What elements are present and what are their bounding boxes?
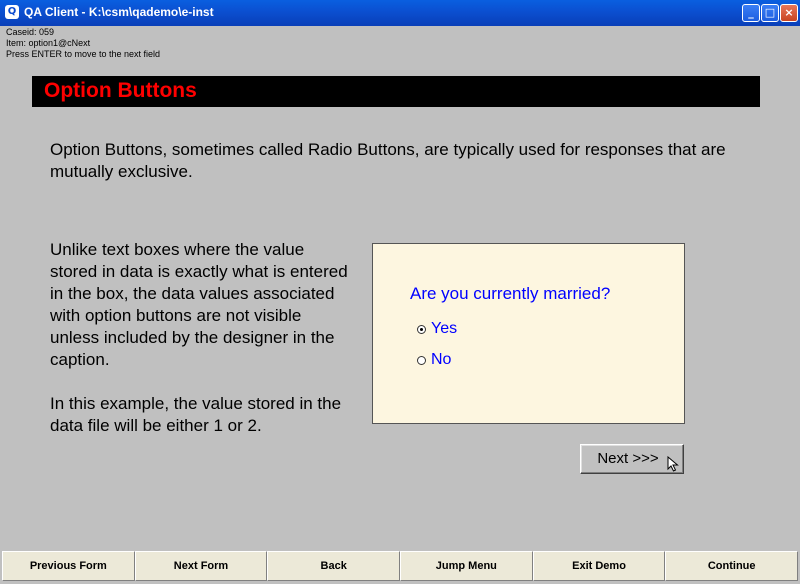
explanation-paragraph-2: In this example, the value stored in the… [50, 394, 342, 435]
minimize-button[interactable]: _ [742, 4, 760, 22]
exit-demo-button[interactable]: Exit Demo [532, 551, 666, 581]
radio-no[interactable] [417, 355, 426, 365]
explanation: Unlike text boxes where the value stored… [50, 239, 355, 437]
intro-text: Option Buttons, sometimes called Radio B… [50, 140, 726, 181]
hint-text: Press ENTER to move to the next field [6, 49, 161, 59]
option-yes[interactable]: Yes [417, 320, 457, 338]
option-yes-label[interactable]: Yes [431, 320, 457, 338]
mouse-cursor-icon [667, 456, 679, 472]
next-form-button[interactable]: Next Form [134, 551, 268, 581]
window-title: QA Client - K:\csm\qademo\e-inst [24, 5, 214, 19]
close-button[interactable]: × [780, 4, 798, 22]
app-icon[interactable]: Q [5, 5, 19, 19]
question-text: Are you currently married? [410, 284, 611, 303]
previous-form-button[interactable]: Previous Form [2, 551, 135, 581]
next-button[interactable]: Next >>> [580, 444, 684, 474]
caseid-text: Caseid: 059 [6, 27, 55, 37]
continue-button[interactable]: Continue [665, 551, 799, 581]
option-no-label[interactable]: No [431, 351, 451, 369]
back-button[interactable]: Back [267, 551, 401, 581]
option-no[interactable]: No [417, 351, 451, 369]
bottom-toolbar: Previous Form Next Form Back Jump Menu E… [2, 551, 799, 581]
question-panel: Are you currently married? Yes No [372, 243, 685, 424]
explanation-paragraph-1: Unlike text boxes where the value stored… [50, 240, 348, 369]
item-text: Item: option1@cNext [6, 38, 91, 48]
status-area: Caseid: 059 Item: option1@cNext Press EN… [2, 27, 798, 63]
maximize-button[interactable]: □ [761, 4, 779, 22]
radio-yes[interactable] [417, 324, 426, 334]
jump-menu-button[interactable]: Jump Menu [400, 551, 533, 581]
title-bar[interactable]: Q QA Client - K:\csm\qademo\e-inst _ □ × [0, 0, 800, 26]
next-button-label: Next >>> [597, 450, 659, 467]
page-title: Option Buttons [44, 79, 197, 102]
section-header: Option Buttons [32, 76, 760, 107]
